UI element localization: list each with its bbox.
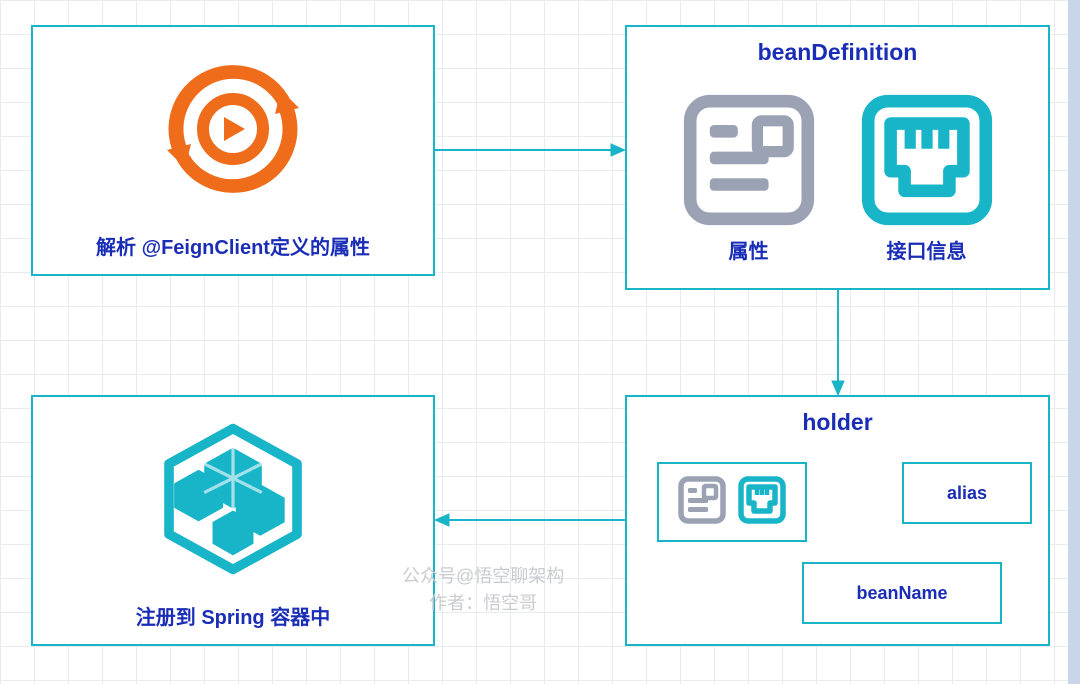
label-alias: alias [947, 483, 987, 504]
box-holder: holder alias beanName [625, 395, 1050, 646]
ethernet-port-icon [857, 90, 997, 235]
box-bean-definition: beanDefinition 属性 [625, 25, 1050, 290]
caption-register: 注册到 Spring 容器中 [136, 601, 330, 630]
cube-cluster-icon [33, 397, 433, 601]
arrow-left [435, 510, 625, 530]
title-bean-definition: beanDefinition [758, 39, 918, 66]
document-card-icon [679, 90, 819, 235]
box-parse-feignclient: 解析 @FeignClient定义的属性 [31, 25, 435, 276]
mini-box-beanname: beanName [802, 562, 1002, 624]
caption-parse: 解析 @FeignClient定义的属性 [96, 231, 370, 260]
label-beanname: beanName [856, 583, 947, 604]
mini-box-beandef [657, 462, 807, 542]
page-right-scrollbar-region [1068, 0, 1080, 684]
document-card-icon [677, 475, 727, 530]
label-interface-info: 接口信息 [887, 235, 967, 264]
refresh-play-icon [33, 27, 433, 231]
box-register-spring: 注册到 Spring 容器中 [31, 395, 435, 646]
title-holder: holder [802, 409, 872, 436]
label-attributes: 属性 [729, 235, 769, 264]
arrow-right-1 [435, 140, 625, 160]
arrow-down [828, 290, 848, 395]
ethernet-port-icon [737, 475, 787, 530]
mini-box-alias: alias [902, 462, 1032, 524]
